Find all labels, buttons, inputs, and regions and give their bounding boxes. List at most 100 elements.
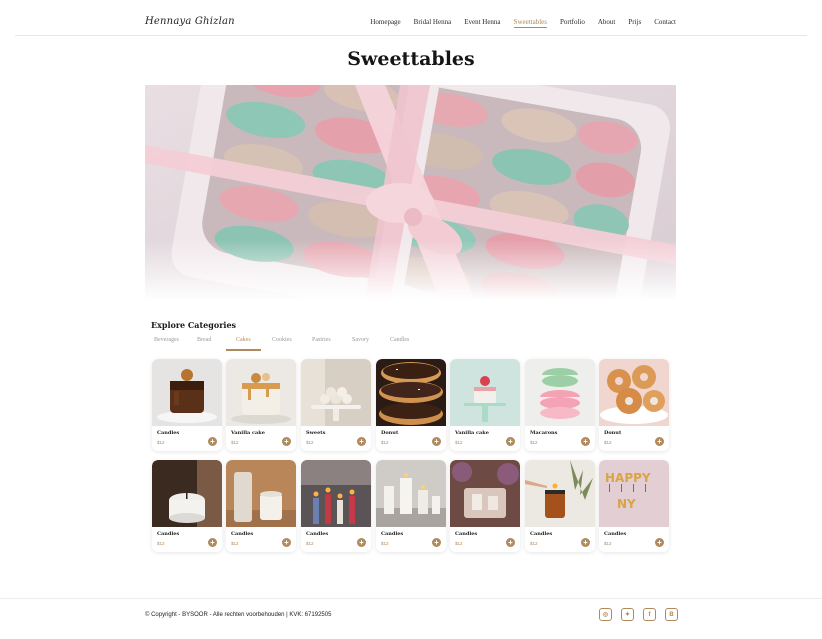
add-to-cart-button[interactable]: +: [506, 538, 515, 547]
product-price: $12: [455, 440, 463, 445]
truffles-on-stand-image: [301, 359, 371, 426]
header-divider: [15, 35, 807, 36]
svg-text:NY: NY: [617, 497, 636, 511]
product-price: $12: [530, 440, 538, 445]
product-card[interactable]: Candles $12 +: [376, 460, 446, 552]
behance-icon[interactable]: B: [665, 608, 678, 621]
product-name: Candles: [604, 531, 627, 537]
product-name: Vanilla cake: [455, 430, 489, 436]
add-to-cart-button[interactable]: +: [655, 437, 664, 446]
instagram-icon[interactable]: ◎: [599, 608, 612, 621]
product-name: Sweets: [306, 430, 326, 436]
add-to-cart-button[interactable]: +: [282, 538, 291, 547]
social-links: ◎ ✦ f B: [599, 608, 678, 621]
explore-categories-title: Explore Categories: [151, 320, 237, 330]
product-price: $12: [231, 541, 239, 546]
nav-item-homepage[interactable]: Homepage: [370, 18, 400, 28]
happy-new-year-candles-image: HAPPY NY: [599, 460, 669, 527]
product-name: Donut: [604, 430, 622, 436]
nav-item-portfolio[interactable]: Portfolio: [560, 18, 585, 28]
product-price: $12: [604, 440, 612, 445]
product-price: $12: [455, 541, 463, 546]
product-price: $12: [231, 440, 239, 445]
product-name: Candles: [231, 531, 254, 537]
tab-beverages[interactable]: Beverages: [154, 337, 179, 343]
add-to-cart-button[interactable]: +: [208, 538, 217, 547]
product-name: Candles: [381, 531, 404, 537]
add-to-cart-button[interactable]: +: [282, 437, 291, 446]
product-card[interactable]: Candles $12 +: [152, 359, 222, 451]
caramel-drip-cake-image: [226, 359, 296, 426]
product-name: Donut: [381, 430, 399, 436]
add-to-cart-button[interactable]: +: [357, 538, 366, 547]
product-name: Macarons: [530, 430, 558, 436]
product-card[interactable]: Candles $12 +: [152, 460, 222, 552]
product-card[interactable]: Sweets $12 +: [301, 359, 371, 451]
nav-item-event-henna[interactable]: Event Henna: [464, 18, 500, 28]
product-price: $12: [157, 541, 165, 546]
chocolate-drip-cake-image: [152, 359, 222, 426]
pillar-candles-image: [376, 460, 446, 527]
product-card[interactable]: Candles $12 +: [301, 460, 371, 552]
tab-cakes[interactable]: Cakes: [236, 337, 251, 343]
product-price: $12: [381, 440, 389, 445]
nav-item-bridal-henna[interactable]: Bridal Henna: [414, 18, 452, 28]
product-card[interactable]: Donut $12 +: [376, 359, 446, 451]
product-name: Candles: [157, 531, 180, 537]
colored-candles-image: [301, 460, 371, 527]
product-name: Vanilla cake: [231, 430, 265, 436]
product-card[interactable]: Candles $12 +: [226, 460, 296, 552]
product-card[interactable]: HAPPY NY Candles $12 +: [599, 460, 669, 552]
site-logo[interactable]: Hennaya Ghizlan: [145, 16, 235, 27]
add-to-cart-button[interactable]: +: [208, 437, 217, 446]
top-navigation: Hennaya Ghizlan Homepage Bridal Henna Ev…: [0, 0, 822, 36]
add-to-cart-button[interactable]: +: [357, 437, 366, 446]
product-name: Candles: [157, 430, 180, 436]
nav-item-prijs[interactable]: Prijs: [628, 18, 641, 28]
product-price: $12: [306, 541, 314, 546]
mini-cake-on-stand-image: [450, 359, 520, 426]
candles-with-flowers-image: [450, 460, 520, 527]
add-to-cart-button[interactable]: +: [581, 538, 590, 547]
product-card[interactable]: Vanilla cake $12 +: [450, 359, 520, 451]
add-to-cart-button[interactable]: +: [581, 437, 590, 446]
glazed-donuts-image: [599, 359, 669, 426]
add-to-cart-button[interactable]: +: [432, 538, 441, 547]
product-card[interactable]: Candles $12 +: [525, 460, 595, 552]
tab-pastries[interactable]: Pastries: [312, 337, 331, 343]
tab-cookies[interactable]: Cookies: [272, 337, 292, 343]
twitter-icon[interactable]: ✦: [621, 608, 634, 621]
nav-item-about[interactable]: About: [598, 18, 616, 28]
add-to-cart-button[interactable]: +: [655, 538, 664, 547]
active-tab-indicator: [226, 349, 261, 351]
main-menu: Homepage Bridal Henna Event Henna Sweett…: [357, 18, 676, 28]
tab-savory[interactable]: Savory: [352, 337, 369, 343]
product-name: Candles: [455, 531, 478, 537]
product-card[interactable]: Candles $12 +: [450, 460, 520, 552]
svg-text:HAPPY: HAPPY: [605, 471, 651, 485]
tab-bread[interactable]: Bread: [197, 337, 211, 343]
add-to-cart-button[interactable]: +: [506, 437, 515, 446]
hero-image: [145, 85, 676, 300]
candle-with-stone-image: [226, 460, 296, 527]
facebook-icon[interactable]: f: [643, 608, 656, 621]
add-to-cart-button[interactable]: +: [432, 437, 441, 446]
nav-item-contact[interactable]: Contact: [654, 18, 676, 28]
product-name: Candles: [530, 531, 553, 537]
product-price: $12: [306, 440, 314, 445]
product-card[interactable]: Vanilla cake $12 +: [226, 359, 296, 451]
footer-divider: [0, 598, 822, 599]
product-price: $12: [604, 541, 612, 546]
white-candle-jar-image: [152, 460, 222, 527]
copyright-text: © Copyright - BYSOOR - Alle rechten voor…: [145, 612, 332, 618]
chocolate-donuts-image: [376, 359, 446, 426]
product-card[interactable]: Donut $12 +: [599, 359, 669, 451]
category-tabs: Beverages Bread Cakes Cookies Pastries S…: [145, 337, 445, 351]
amber-candle-lit-image: [525, 460, 595, 527]
nav-item-sweettables[interactable]: Sweettables: [513, 18, 547, 28]
product-card[interactable]: Macarons $12 +: [525, 359, 595, 451]
product-price: $12: [157, 440, 165, 445]
page-title: Sweettables: [347, 48, 475, 70]
product-price: $12: [381, 541, 389, 546]
tab-candles[interactable]: Candles: [390, 337, 409, 343]
